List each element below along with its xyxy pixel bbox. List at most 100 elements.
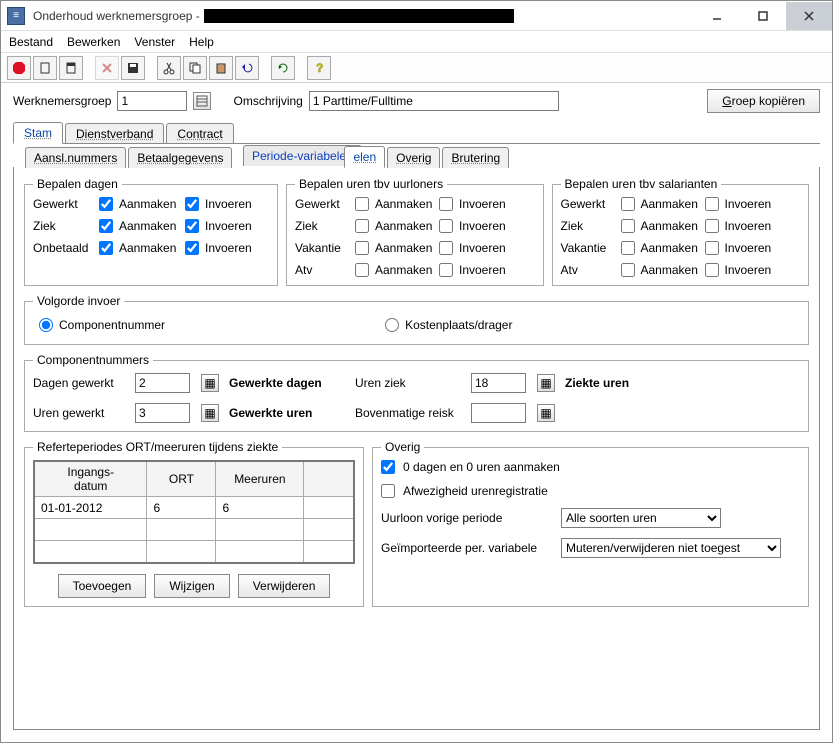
- chk-uurl-vakantie-invoeren[interactable]: [439, 241, 453, 255]
- chk-sal-ziek-invoeren[interactable]: [705, 219, 719, 233]
- chk-afwezigheid[interactable]: [381, 484, 395, 498]
- chk-dagen-ziek-aanmaken[interactable]: [99, 219, 113, 233]
- tab-dienstverband[interactable]: Dienstverband: [65, 123, 164, 144]
- th-ingangsdatum: Ingangs- datum: [34, 461, 147, 497]
- menu-help[interactable]: Help: [189, 35, 214, 49]
- chk-uurl-ziek-aanmaken[interactable]: [355, 219, 369, 233]
- input-dagen-gewerkt[interactable]: [135, 373, 190, 393]
- lbl-bovenmatige: Bovenmatige reisk: [355, 406, 465, 420]
- titlebar: ≡ Onderhoud werknemersgroep -: [1, 1, 832, 31]
- chk-dagen-gewerkt-aanmaken[interactable]: [99, 197, 113, 211]
- group-overig: Overig 0 dagen en 0 uren aanmaken Afwezi…: [372, 440, 809, 607]
- lbl-ziek: Ziek: [33, 219, 97, 233]
- btn-wijzigen[interactable]: Wijzigen: [154, 574, 229, 598]
- radio-componentnummer[interactable]: Componentnummer: [39, 318, 165, 332]
- tab-overig[interactable]: Overig: [387, 147, 440, 168]
- menu-venster[interactable]: Venster: [134, 35, 175, 49]
- input-werknemersgroep[interactable]: [117, 91, 187, 111]
- chk-sal-atv-invoeren[interactable]: [705, 263, 719, 277]
- copy-icon[interactable]: [183, 56, 207, 80]
- chk-uurl-atv-invoeren[interactable]: [439, 263, 453, 277]
- app-window: ≡ Onderhoud werknemersgroep - Bestand Be…: [0, 0, 833, 743]
- legend-overig: Overig: [381, 440, 424, 454]
- refresh-icon[interactable]: [271, 56, 295, 80]
- lookup-bovenmatige[interactable]: ▦: [537, 404, 555, 422]
- stop-icon[interactable]: [7, 56, 31, 80]
- chk-uurl-vakantie-aanmaken[interactable]: [355, 241, 369, 255]
- window-title: Onderhoud werknemersgroep -: [33, 9, 200, 23]
- group-volgorde: Volgorde invoer Componentnummer Kostenpl…: [24, 294, 809, 345]
- lbl-uren-gewerkt: Uren gewerkt: [33, 406, 129, 420]
- chk-sal-gewerkt-aanmaken[interactable]: [621, 197, 635, 211]
- btn-copy-group[interactable]: Groep kopiëren: [707, 89, 820, 113]
- lbl-afw: Afwezigheid urenregistratie: [403, 484, 800, 498]
- chk-sal-gewerkt-invoeren[interactable]: [705, 197, 719, 211]
- tab-elen[interactable]: elen: [344, 146, 385, 168]
- chk-dagen-onbetaald-invoeren[interactable]: [185, 241, 199, 255]
- delete-icon[interactable]: [95, 56, 119, 80]
- tab-betaalgegevens[interactable]: Betaalgegevens: [128, 147, 232, 168]
- legend-salarianten: Bepalen uren tbv salarianten: [561, 177, 722, 191]
- table-referte[interactable]: Ingangs- datum ORT Meeruren 01-01-2012 6…: [33, 460, 355, 564]
- tab-contract[interactable]: Contract: [166, 123, 233, 144]
- open-icon[interactable]: [59, 56, 83, 80]
- lookup-group-icon[interactable]: [193, 92, 211, 110]
- input-bovenmatige[interactable]: [471, 403, 526, 423]
- label-werknemersgroep: Werknemersgroep: [13, 94, 111, 108]
- new-icon[interactable]: [33, 56, 57, 80]
- combo-uurloon[interactable]: Alle soorten uren: [561, 508, 721, 528]
- table-row[interactable]: [34, 519, 354, 541]
- lbl-zero: 0 dagen en 0 uren aanmaken: [403, 460, 800, 474]
- group-referte: Referteperiodes ORT/meeruren tijdens zie…: [24, 440, 364, 607]
- th-ort: ORT: [147, 461, 216, 497]
- btn-verwijderen[interactable]: Verwijderen: [238, 574, 331, 598]
- lbl-dagen-gewerkt: Dagen gewerkt: [33, 376, 129, 390]
- undo-icon[interactable]: [235, 56, 259, 80]
- table-row[interactable]: 01-01-2012 6 6: [34, 497, 354, 519]
- group-header: Werknemersgroep Omschrijving Groep kopië…: [1, 83, 832, 119]
- group-salarianten: Bepalen uren tbv salarianten Gewerkt Aan…: [552, 177, 810, 286]
- table-row[interactable]: [34, 541, 354, 563]
- cut-icon[interactable]: [157, 56, 181, 80]
- chk-uurl-gewerkt-invoeren[interactable]: [439, 197, 453, 211]
- chk-sal-vakantie-invoeren[interactable]: [705, 241, 719, 255]
- paste-icon[interactable]: [209, 56, 233, 80]
- chk-sal-ziek-aanmaken[interactable]: [621, 219, 635, 233]
- lookup-uren-gewerkt[interactable]: ▦: [201, 404, 219, 422]
- legend-dagen: Bepalen dagen: [33, 177, 122, 191]
- bold-ziekte-uren: Ziekte uren: [565, 376, 685, 390]
- lookup-uren-ziek[interactable]: ▦: [537, 374, 555, 392]
- chk-dagen-gewerkt-invoeren[interactable]: [185, 197, 199, 211]
- tab-brutering[interactable]: Brutering: [442, 147, 509, 168]
- chk-uurl-ziek-invoeren[interactable]: [439, 219, 453, 233]
- radio-kostenplaats[interactable]: Kostenplaats/drager: [385, 318, 512, 332]
- toolbar: ?: [1, 53, 832, 83]
- combo-geimp[interactable]: Muteren/verwijderen niet toegest: [561, 538, 781, 558]
- chk-zero-dagen-uren[interactable]: [381, 460, 395, 474]
- chk-dagen-onbetaald-aanmaken[interactable]: [99, 241, 113, 255]
- redacted-title: [204, 9, 514, 23]
- lbl-geimp: Geïmporteerde per. variabele: [381, 541, 551, 555]
- chk-uurl-gewerkt-aanmaken[interactable]: [355, 197, 369, 211]
- input-uren-gewerkt[interactable]: [135, 403, 190, 423]
- input-omschrijving[interactable]: [309, 91, 559, 111]
- minimize-button[interactable]: [694, 2, 740, 30]
- lookup-dagen-gewerkt[interactable]: ▦: [201, 374, 219, 392]
- help-icon[interactable]: ?: [307, 56, 331, 80]
- maximize-button[interactable]: [740, 2, 786, 30]
- input-uren-ziek[interactable]: [471, 373, 526, 393]
- chk-uurl-atv-aanmaken[interactable]: [355, 263, 369, 277]
- menu-bewerken[interactable]: Bewerken: [67, 35, 120, 49]
- chk-sal-vakantie-aanmaken[interactable]: [621, 241, 635, 255]
- close-button[interactable]: [786, 2, 832, 30]
- tab-aanslnummers[interactable]: Aansl.nummers: [25, 147, 126, 168]
- legend-uurloners: Bepalen uren tbv uurloners: [295, 177, 447, 191]
- btn-toevoegen[interactable]: Toevoegen: [58, 574, 147, 598]
- tabs-primary: Stam Dienstverband Contract: [1, 119, 832, 143]
- menu-bestand[interactable]: Bestand: [9, 35, 53, 49]
- save-icon[interactable]: [121, 56, 145, 80]
- chk-sal-atv-aanmaken[interactable]: [621, 263, 635, 277]
- chk-dagen-ziek-invoeren[interactable]: [185, 219, 199, 233]
- tab-stam[interactable]: Stam: [13, 122, 63, 144]
- group-componentnummers: Componentnummers Dagen gewerkt ▦ Gewerkt…: [24, 353, 809, 432]
